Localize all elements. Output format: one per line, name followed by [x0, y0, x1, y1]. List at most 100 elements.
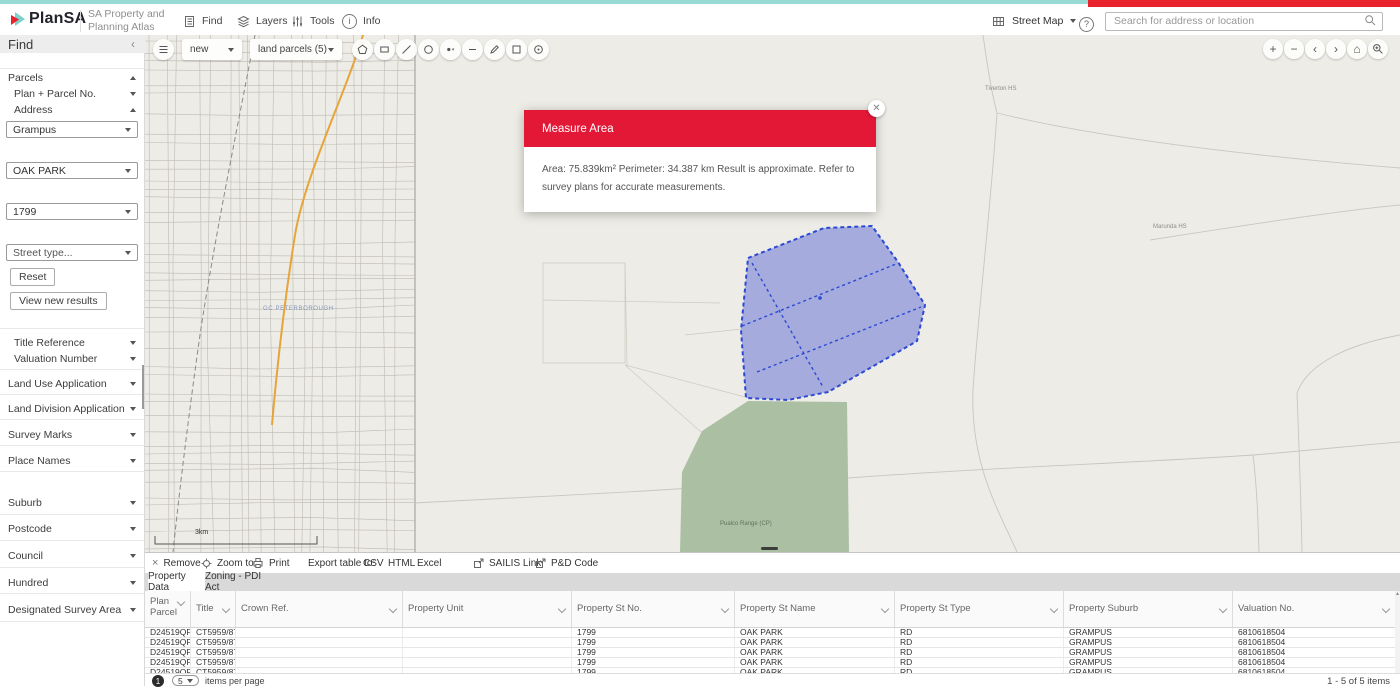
nav-tools[interactable]: Tools [291, 7, 335, 35]
table-row[interactable]: D24519QP4CT5959/8761799OAK PARKRDGRAMPUS… [145, 658, 1396, 668]
table-row[interactable]: D24519QP3CT5959/8761799OAK PARKRDGRAMPUS… [145, 628, 1396, 638]
panel-collapse-icon[interactable]: ‹ [131, 37, 135, 51]
column-header-property-st-no-[interactable]: Property St No. [572, 591, 735, 627]
sidebar-item-postcode[interactable]: Postcode [8, 522, 136, 536]
suburb-select[interactable]: Grampus [6, 121, 138, 138]
column-header-valuation-no-[interactable]: Valuation No. [1233, 591, 1396, 627]
tab-zoning-pdi-act[interactable]: Zoning - PDI Act [205, 573, 275, 591]
plansa-logo[interactable]: PlanSA [10, 10, 86, 28]
zoom-extent-button[interactable] [1368, 39, 1388, 59]
remove-button[interactable]: × Remove [152, 553, 201, 573]
zoom-to-button[interactable]: Zoom to [201, 553, 254, 573]
parcel-layer-select[interactable]: land parcels (5) [250, 39, 342, 60]
layer-list-button[interactable] [153, 39, 174, 60]
search-input[interactable] [1105, 12, 1383, 31]
sidebar-item-plan-parcel[interactable]: Plan + Parcel No. [14, 87, 136, 101]
column-header-label: Plan Parcel [150, 596, 177, 618]
sidebar-item-council[interactable]: Council [8, 549, 136, 563]
column-header-title[interactable]: Title [191, 591, 236, 627]
pd-code-button[interactable]: P&D Code [535, 553, 598, 573]
column-header-crown-ref-[interactable]: Crown Ref. [236, 591, 403, 627]
table-cell: OAK PARK [735, 648, 895, 657]
street-number-select[interactable]: 1799 [6, 203, 138, 220]
sidebar-item-land-use[interactable]: Land Use Application [8, 377, 136, 391]
sidebar-item-title-reference[interactable]: Title Reference [14, 336, 136, 350]
table-cell [403, 648, 572, 657]
column-header-property-unit[interactable]: Property Unit [403, 591, 572, 627]
table-cell: OAK PARK [735, 638, 895, 647]
polyline-tool-button[interactable] [396, 39, 417, 60]
sidebar-item-address[interactable]: Address [14, 103, 136, 117]
table-cell [403, 628, 572, 637]
sailis-link-button[interactable]: SAILIS Link [473, 553, 541, 573]
table-cell [236, 658, 403, 667]
nav-info[interactable]: i Info [342, 7, 381, 35]
nav-layers[interactable]: Layers [237, 7, 288, 35]
column-header-property-st-type[interactable]: Property St Type [895, 591, 1064, 627]
sidebar-item-land-division[interactable]: Land Division Application [8, 402, 136, 416]
sidebar-item-place-names[interactable]: Place Names [8, 454, 136, 468]
tab-property-data[interactable]: Property Data [148, 573, 205, 591]
nav-find[interactable]: Find [183, 7, 222, 35]
sidebar-item-valuation-number[interactable]: Valuation Number [14, 352, 136, 366]
export-excel-button[interactable]: Excel [417, 553, 441, 573]
column-header-plan-parcel[interactable]: Plan Parcel [145, 591, 191, 627]
sidebar-item-hundred[interactable]: Hundred [8, 576, 136, 590]
prev-extent-button[interactable]: ‹ [1305, 39, 1325, 59]
column-header-property-st-name[interactable]: Property St Name [735, 591, 895, 627]
table-cell: OAK PARK [735, 628, 895, 637]
sidebar-item-suburb[interactable]: Suburb [8, 496, 136, 510]
rectangle-tool-button[interactable] [374, 39, 395, 60]
chevron-down-icon [130, 341, 136, 345]
chevron-down-icon [130, 92, 136, 96]
table-row[interactable]: D24519QP5CT5959/8761799OAK PARKRDGRAMPUS… [145, 648, 1396, 658]
sidebar-item-survey-marks[interactable]: Survey Marks [8, 428, 136, 442]
results-action-bar: ×Remove Zoom to Print Export table to: C… [145, 553, 1400, 573]
divider [0, 540, 144, 541]
chevron-down-icon [130, 581, 136, 585]
street-type-select[interactable]: Street type... [6, 244, 138, 261]
sidebar-item-dsa[interactable]: Designated Survey Area [8, 603, 136, 617]
table-row[interactable]: D24519QP2CT5959/8761799OAK PARKRDGRAMPUS… [145, 638, 1396, 648]
export-html-button[interactable]: HTML [388, 553, 415, 573]
export-csv-button[interactable]: CSV [363, 553, 384, 573]
table-cell [403, 638, 572, 647]
hundred-name-label: GC PETERBOROUGH [263, 306, 334, 312]
next-extent-button[interactable]: › [1326, 39, 1346, 59]
home-button[interactable]: ⌂ [1347, 39, 1367, 59]
remove-label: Remove [163, 558, 200, 569]
zoom-in-button[interactable]: + [1263, 39, 1283, 59]
column-header-property-suburb[interactable]: Property Suburb [1064, 591, 1233, 627]
circle-tool-button[interactable] [418, 39, 439, 60]
help-button[interactable]: ? [1079, 14, 1094, 32]
measure-area-tool-button[interactable] [484, 39, 505, 60]
reset-button[interactable]: Reset [10, 268, 55, 286]
grid-scrollbar[interactable]: ▲ [1395, 591, 1400, 673]
sidebar-scrollbar[interactable] [142, 365, 144, 409]
circle-tool-icon [423, 44, 434, 55]
extent-tool-button[interactable] [506, 39, 527, 60]
table-cell: 6810618504 [1233, 658, 1396, 667]
zoom-out-button[interactable]: − [1284, 39, 1304, 59]
point-tool-icon [445, 44, 456, 55]
draw-layer-select[interactable]: new [182, 39, 242, 60]
basemap-selector[interactable]: Street Map [992, 7, 1076, 35]
page-1-button[interactable]: 1 [152, 675, 164, 687]
search-icon[interactable] [1364, 14, 1377, 27]
sidebar-item-parcels[interactable]: Parcels [8, 71, 136, 85]
suburb-label: Suburb [8, 497, 42, 509]
buffer-tool-button[interactable] [528, 39, 549, 60]
measure-dialog-header[interactable]: Measure Area [524, 110, 876, 147]
dialog-close-button[interactable]: ✕ [868, 100, 885, 117]
print-button[interactable]: Print [252, 553, 290, 573]
view-new-results-button[interactable]: View new results [10, 292, 107, 310]
street-name-select[interactable]: OAK PARK [6, 162, 138, 179]
polygon-tool-button[interactable] [352, 39, 373, 60]
remove-icon: × [152, 558, 158, 568]
panel-drag-handle[interactable] [761, 547, 778, 550]
page-size-select[interactable]: 5 [172, 675, 199, 686]
measure-line-tool-button[interactable] [462, 39, 483, 60]
point-tool-button[interactable] [440, 39, 461, 60]
map-canvas[interactable]: Pualco Range (CP) Tiverton HS Marunda HS… [145, 35, 1400, 552]
tab-property-data-label: Property Data [148, 571, 205, 593]
